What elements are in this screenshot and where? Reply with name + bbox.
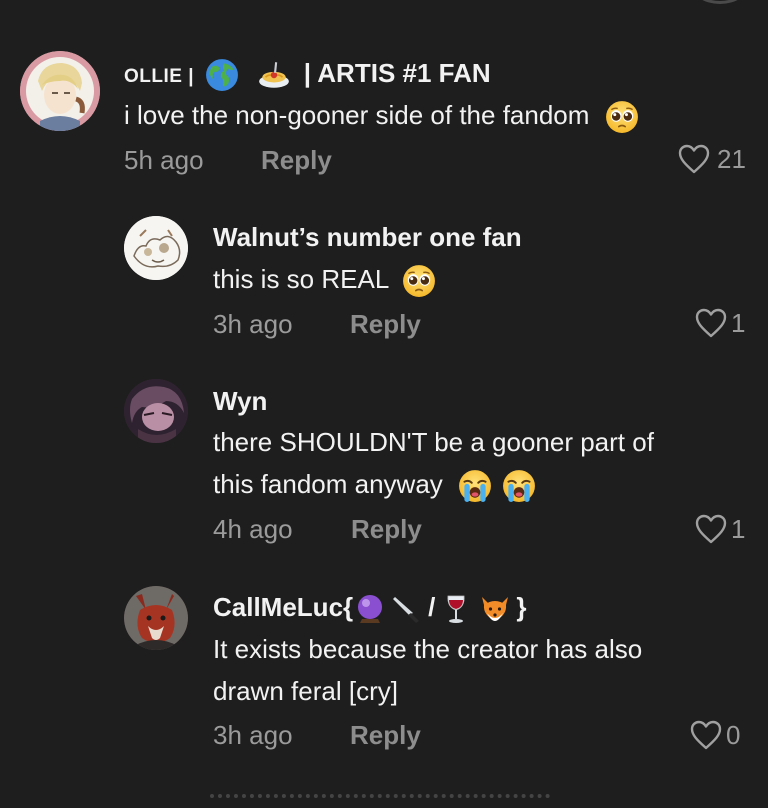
comment-text-line-1: It exists because the creator has also	[213, 634, 643, 664]
comment-timestamp: 3h ago	[213, 720, 293, 750]
next-comment-cutoff	[210, 794, 550, 808]
username-suffix: }	[516, 592, 527, 622]
heart-outline-icon	[690, 720, 722, 750]
username-slash: /	[428, 592, 436, 622]
like-count: 0	[726, 719, 741, 750]
crystal-ball-emoji-icon	[358, 595, 383, 624]
like-button[interactable]: 0	[689, 718, 740, 752]
avatar[interactable]	[124, 586, 188, 650]
wine-glass-emoji-icon	[447, 595, 465, 624]
username-prefix: CallMeLuc{	[213, 592, 354, 622]
comment-text-line-2: drawn feral [cry]	[213, 676, 398, 706]
fox-emoji-icon	[482, 597, 509, 622]
comment-username[interactable]: CallMeLuc{ / }	[213, 592, 527, 625]
reply-button[interactable]: Reply	[350, 720, 421, 751]
comment-4: CallMeLuc{ / } It exists because the cre…	[0, 0, 768, 780]
knife-emoji-icon	[393, 597, 420, 624]
